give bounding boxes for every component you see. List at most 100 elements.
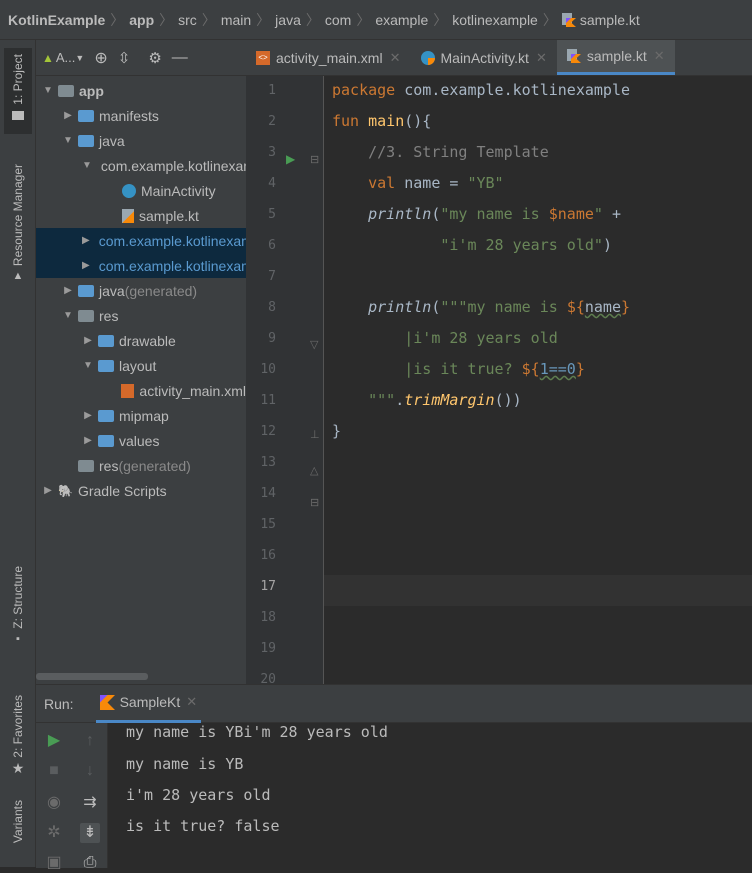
tree-item[interactable]: ▶ drawable: [36, 328, 246, 353]
chevron-down-icon[interactable]: ▼: [42, 85, 54, 96]
fold-icon[interactable]: ⊟: [310, 496, 319, 509]
fold-icon[interactable]: ⊥: [310, 428, 320, 441]
tree-item[interactable]: activity_main.xml: [36, 378, 246, 403]
tree-item-label: com.example.kotlinexample: [100, 157, 246, 174]
tab-resource-manager[interactable]: Resource Manager ▲: [4, 160, 32, 305]
breadcrumb-project[interactable]: KotlinExample: [8, 12, 105, 28]
breadcrumb-com[interactable]: com: [325, 12, 351, 28]
breadcrumb-module[interactable]: app: [129, 12, 154, 28]
chevron-right-icon[interactable]: ▶: [42, 485, 54, 496]
code-editor[interactable]: package com.example.kotlinexample fun ma…: [324, 76, 752, 684]
gear-icon[interactable]: ⚙: [148, 49, 161, 67]
chevron-right-icon: 〉: [201, 11, 216, 28]
soft-wrap-icon[interactable]: ⇉: [80, 793, 100, 813]
tab-structure[interactable]: Z: Structure ▪: [4, 560, 32, 660]
chevron-down-icon[interactable]: ▼: [62, 135, 74, 146]
line-number: 12: [260, 424, 276, 439]
layout-icon[interactable]: ▣: [44, 853, 64, 873]
run-gutter-icon[interactable]: ▶: [286, 152, 295, 166]
breadcrumb-java[interactable]: java: [275, 12, 301, 28]
breadcrumb-src[interactable]: src: [178, 12, 197, 28]
folder-icon: [98, 334, 114, 347]
line-number: 17: [260, 579, 276, 594]
stop-icon[interactable]: ■: [44, 761, 64, 781]
run-panel: Run: SampleKt ✕ ▶ ■ ◉ ✲ ▣ ↑ ↓ ⇉ ⇟ ⎙ my n…: [36, 684, 752, 871]
chevron-right-icon[interactable]: ▶: [82, 335, 94, 346]
line-number: 2: [268, 114, 276, 129]
tree-item[interactable]: ▶ com.example.kotlinexample (test): [36, 253, 246, 278]
debug-icon[interactable]: ✲: [44, 823, 64, 843]
tree-item[interactable]: ▼ java: [36, 128, 246, 153]
chevron-right-icon[interactable]: ▶: [82, 410, 94, 421]
chevron-down-icon[interactable]: ▼: [82, 360, 94, 371]
tab-variants[interactable]: Variants: [4, 800, 32, 860]
tab-activity-main-xml[interactable]: <> activity_main.xml ✕: [246, 40, 411, 75]
tree-item[interactable]: ▼ app: [36, 78, 246, 103]
template-brace: ${: [566, 298, 585, 316]
console-line: my name is YB: [126, 755, 244, 773]
folder-icon: [78, 109, 94, 122]
arrow-up-icon[interactable]: ↑: [80, 731, 100, 751]
function-name: main: [359, 112, 405, 130]
string-literal: """my name is: [440, 298, 567, 316]
tree-item[interactable]: ▶ java (generated): [36, 278, 246, 303]
chevron-right-icon[interactable]: ▶: [82, 235, 90, 246]
tree-item[interactable]: MainActivity: [36, 178, 246, 203]
tree-item[interactable]: ▶ manifests: [36, 103, 246, 128]
rerun-icon[interactable]: ▶: [44, 731, 64, 751]
close-icon[interactable]: ✕: [390, 50, 401, 66]
chevron-right-icon[interactable]: ▶: [62, 285, 74, 296]
line-number: 18: [260, 610, 276, 625]
star-icon: ★: [11, 759, 25, 776]
chevron-right-icon: 〉: [433, 11, 448, 28]
code-text: com.example.kotlinexample: [395, 81, 631, 99]
breadcrumb-example[interactable]: example: [375, 12, 428, 28]
project-view-dropdown[interactable]: A...: [56, 50, 76, 65]
chevron-right-icon[interactable]: ▶: [62, 110, 74, 121]
scroll-to-end-icon[interactable]: ⇟: [80, 823, 100, 843]
breadcrumb-kotlinexample[interactable]: kotlinexample: [452, 12, 538, 28]
tree-item[interactable]: ▶ com.example.kotlinexample (androidTest): [36, 228, 246, 253]
fold-icon[interactable]: ⊟: [310, 153, 319, 166]
tree-item[interactable]: ▶ values: [36, 428, 246, 453]
chevron-right-icon[interactable]: ▶: [82, 260, 90, 271]
tree-item[interactable]: ▶ mipmap: [36, 403, 246, 428]
folder-icon: [98, 434, 114, 447]
tree-item[interactable]: ▼ com.example.kotlinexample: [36, 153, 246, 178]
chevron-right-icon[interactable]: ▶: [82, 435, 94, 446]
collapse-all-icon[interactable]: ⇳: [118, 49, 131, 67]
chevron-down-icon[interactable]: ▼: [62, 310, 74, 321]
hide-icon[interactable]: —: [172, 49, 188, 67]
print-icon[interactable]: ⎙: [80, 853, 100, 873]
line-number: 10: [260, 362, 276, 377]
locate-icon[interactable]: ⊕: [94, 48, 107, 68]
template-brace: }: [621, 298, 631, 316]
close-icon[interactable]: ✕: [186, 694, 197, 710]
tree-item[interactable]: ▶ 🐘 Gradle Scripts: [36, 478, 246, 503]
tab-project[interactable]: 1: Project: [4, 48, 32, 134]
res-folder-icon: [78, 309, 94, 322]
tree-item[interactable]: ▼ res: [36, 303, 246, 328]
close-icon[interactable]: ✕: [654, 48, 665, 64]
tab-favorites[interactable]: 2: Favorites ★: [4, 695, 32, 785]
arrow-down-icon[interactable]: ↓: [80, 761, 100, 781]
tab-sample-kt[interactable]: sample.kt ✕: [556, 40, 675, 75]
code-line-9: |i'm 28 years old: [332, 329, 558, 347]
line-number: 11: [260, 393, 276, 408]
fold-icon[interactable]: ▽: [310, 338, 318, 351]
fold-icon[interactable]: △: [310, 464, 318, 477]
breadcrumb-file[interactable]: sample.kt: [580, 12, 640, 28]
kotlin-run-icon: [99, 694, 115, 710]
close-icon[interactable]: ✕: [536, 50, 547, 66]
tab-main-activity-kt[interactable]: MainActivity.kt ✕: [411, 40, 557, 75]
tab-sample-kt-run[interactable]: SampleKt ✕: [95, 685, 202, 723]
chevron-down-icon[interactable]: ▼: [82, 160, 92, 171]
line-number: 7: [268, 269, 276, 284]
tree-item[interactable]: ▼ layout: [36, 353, 246, 378]
console-line: my name is YBi'm 28 years old: [126, 723, 388, 741]
breadcrumb-main[interactable]: main: [221, 12, 251, 28]
horizontal-scrollbar[interactable]: [36, 673, 148, 680]
tree-item[interactable]: res (generated): [36, 453, 246, 478]
screenshot-icon[interactable]: ◉: [44, 793, 64, 813]
tree-item[interactable]: sample.kt: [36, 203, 246, 228]
